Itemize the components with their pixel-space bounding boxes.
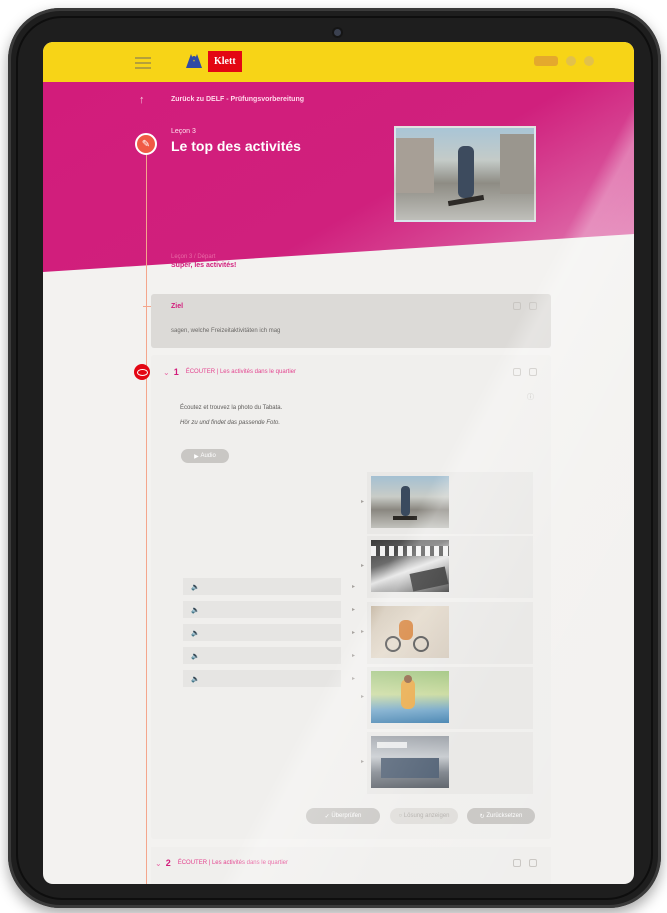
speaker-icon: 🔈 xyxy=(191,583,200,591)
reset-button[interactable]: ↻ Zurücksetzen xyxy=(467,808,535,824)
drag-handle-icon[interactable]: ▸ xyxy=(352,583,355,590)
speaker-icon: 🔈 xyxy=(191,675,200,683)
photo-drop-zone[interactable]: ▸ xyxy=(361,602,533,664)
photo-skateboarder xyxy=(371,476,449,528)
reset-icon: ↻ xyxy=(479,813,487,820)
photo-cinema xyxy=(371,540,449,592)
audio-row[interactable]: 🔈 ▸ xyxy=(183,578,355,595)
section-sub: Leçon 3 / Départ xyxy=(171,254,216,260)
notification-icon[interactable] xyxy=(566,56,576,66)
eye-icon[interactable] xyxy=(134,364,150,380)
drag-handle-icon[interactable]: ▸ xyxy=(352,606,355,613)
solution-button-label: Lösung anzeigen xyxy=(403,813,450,819)
chevron-down-icon: ⌄ xyxy=(155,858,162,868)
check-icon: ✓ xyxy=(324,813,332,820)
photo-cycling xyxy=(371,606,449,658)
hero-photo-skater xyxy=(394,126,536,222)
goal-card: Ziel sagen, welche Freizeitaktivitäten i… xyxy=(143,294,551,348)
audio-row[interactable]: 🔈 ▸ xyxy=(183,670,355,687)
goal-actions xyxy=(513,302,537,310)
screen: Klett ↑ Zurück zu DELF - Prüfungsvorbere… xyxy=(43,42,634,884)
audio-button[interactable]: ▶ Audio xyxy=(181,449,229,463)
audio-button-label: Audio xyxy=(200,453,216,459)
photo-drop-zone[interactable]: ▸ xyxy=(361,472,533,534)
audio-row[interactable]: 🔈 ▸ xyxy=(183,624,355,641)
goal-text: sagen, welche Freizeitaktivitäten ich ma… xyxy=(171,328,281,334)
exercise-header-2[interactable]: ⌄ 2 ÉCOUTER | Les activités dans le quar… xyxy=(155,858,288,868)
exercise-number: 1 xyxy=(173,367,179,377)
timeline-line xyxy=(146,155,147,884)
section-header: Leçon 3 / Départ Super, les activités! xyxy=(171,254,236,269)
breadcrumb[interactable]: Zurück zu DELF - Prüfungsvorbereitung xyxy=(171,96,304,103)
photo-drop-zone[interactable]: ▸ xyxy=(361,667,533,729)
instruction-fr: Écoutez et trouvez la photo du Tabata. xyxy=(180,405,283,411)
photo-drop-zone[interactable]: ▸ xyxy=(361,536,533,598)
print-icon[interactable] xyxy=(513,302,521,310)
hamburger-icon[interactable] xyxy=(135,54,151,69)
section-title: Super, les activités! xyxy=(171,262,237,269)
exercise-header-1[interactable]: ⌄ 1 ÉCOUTER | Les activités dans le quar… xyxy=(163,367,296,377)
hero-banner xyxy=(43,82,634,272)
back-arrow-icon[interactable]: ↑ xyxy=(139,94,145,106)
klett-bird-icon xyxy=(186,54,202,68)
instruction-de: Hör zu und findet das passende Foto. xyxy=(180,420,281,426)
check-button[interactable]: ✓ Überprüfen xyxy=(306,808,380,824)
drag-handle-icon[interactable]: ▸ xyxy=(352,629,355,636)
reset-button-label: Zurücksetzen xyxy=(486,813,523,819)
logo-text: Klett xyxy=(208,50,242,72)
camera-icon xyxy=(334,29,341,36)
exercise-title: ÉCOUTER | Les activités dans le quartier xyxy=(177,860,288,866)
exercise-number: 2 xyxy=(165,858,171,868)
drag-handle-icon[interactable]: ▸ xyxy=(352,675,355,682)
klett-logo[interactable]: Klett xyxy=(183,46,242,76)
expand-icon[interactable] xyxy=(529,302,537,310)
print-icon[interactable] xyxy=(513,368,521,376)
audio-row[interactable]: 🔈 ▸ xyxy=(183,647,355,664)
info-icon[interactable]: ⓘ xyxy=(527,392,534,402)
photo-tennis xyxy=(371,671,449,723)
speaker-icon: 🔈 xyxy=(191,652,200,660)
print-icon[interactable] xyxy=(513,859,521,867)
speaker-icon: 🔈 xyxy=(191,629,200,637)
pencil-icon[interactable]: ✎ xyxy=(135,133,157,155)
photo-gym xyxy=(371,736,449,788)
profile-icon[interactable] xyxy=(534,56,558,66)
photo-drop-zone[interactable]: ▸ xyxy=(361,732,533,794)
exercise-actions xyxy=(513,368,537,376)
page-title: Le top des activités xyxy=(171,138,301,154)
show-solution-button[interactable]: ○ Lösung anzeigen xyxy=(390,808,458,824)
settings-icon[interactable] xyxy=(584,56,594,66)
top-bar: Klett xyxy=(43,42,634,82)
speaker-icon: 🔈 xyxy=(191,606,200,614)
drag-handle-icon[interactable]: ▸ xyxy=(352,652,355,659)
top-right-actions xyxy=(534,56,594,66)
chevron-down-icon: ⌄ xyxy=(163,367,170,377)
audio-row[interactable]: 🔈 ▸ xyxy=(183,601,355,618)
check-button-label: Überprüfen xyxy=(331,813,362,819)
exercise-title: ÉCOUTER | Les activités dans le quartier xyxy=(185,369,296,375)
expand-icon[interactable] xyxy=(529,859,537,867)
lesson-label: Leçon 3 xyxy=(171,128,196,135)
exercise-actions xyxy=(513,859,537,867)
expand-icon[interactable] xyxy=(529,368,537,376)
goal-label: Ziel xyxy=(171,303,184,310)
